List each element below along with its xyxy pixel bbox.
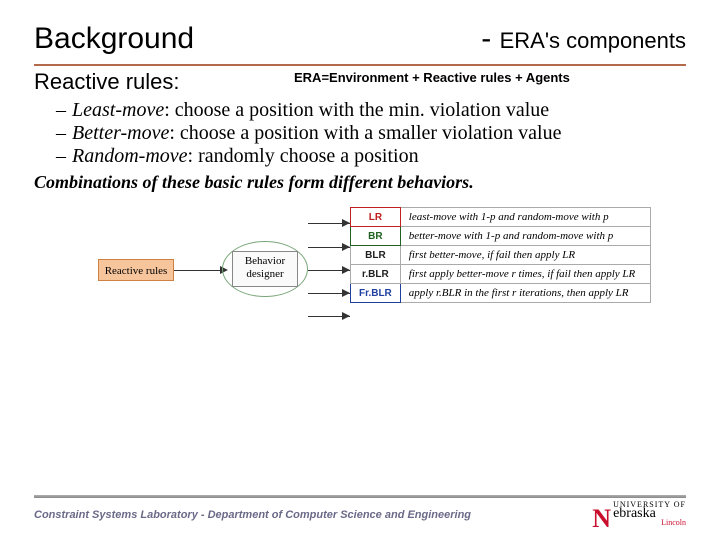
table-row: r.BLRfirst apply better-move r times, if… [351,265,651,284]
title-subtitle: ERA's components [500,28,686,53]
behavior-tag: Fr.BLR [351,284,401,303]
arrow-head-icon [342,289,350,297]
behavior-tag: BLR [351,246,401,265]
arrow-head-icon [342,243,350,251]
arrow-head-icon [342,312,350,320]
title-right: - ERA's components [481,22,686,56]
bullet-list: –Least-move: choose a position with the … [56,99,686,168]
title-left: Background [34,22,194,56]
behavior-desc: better-move with 1-p and random-move wit… [400,227,650,246]
behavior-tag: r.BLR [351,265,401,284]
behavior-desc: first better-move, if fail then apply LR [400,246,650,265]
list-item: –Random-move: randomly choose a position [56,145,686,168]
slide-footer: Constraint Systems Laboratory - Departme… [34,495,686,530]
behavior-designer-box: Behaviordesigner [232,251,298,287]
behavior-tag: LR [351,208,401,227]
table-row: Fr.BLRapply r.BLR in the first r iterati… [351,284,651,303]
table-row: BLRfirst better-move, if fail then apply… [351,246,651,265]
list-item: –Least-move: choose a position with the … [56,99,686,122]
behavior-table: LRleast-move with 1-p and random-move wi… [350,207,651,303]
arrow-head-icon [342,219,350,227]
table-row: LRleast-move with 1-p and random-move wi… [351,208,651,227]
behavior-desc: least-move with 1-p and random-move with… [400,208,650,227]
list-item: –Better-move: choose a position with a s… [56,122,686,145]
arrow-line [174,270,222,271]
slide-header: Background - ERA's components [34,22,686,56]
nebraska-word: ebraska [613,509,686,518]
footer-rule [34,495,686,498]
table-row: BRbetter-move with 1-p and random-move w… [351,227,651,246]
nebraska-n-icon: N [592,508,611,530]
reactive-rules-box: Reactive rules [98,259,174,281]
nebraska-logo: N UNIVERSITY OF ebraska Lincoln [592,500,686,530]
title-dash: - [481,22,491,55]
behavior-desc: first apply better-move r times, if fail… [400,265,650,284]
header-rule [34,64,686,66]
combinations-note: Combinations of these basic rules form d… [34,172,686,193]
nebraska-lincoln: Lincoln [613,518,686,527]
footer-label: Constraint Systems Laboratory - Departme… [34,509,471,521]
behavior-tag: BR [351,227,401,246]
arrow-head-icon [342,266,350,274]
behavior-desc: apply r.BLR in the first r iterations, t… [400,284,650,303]
